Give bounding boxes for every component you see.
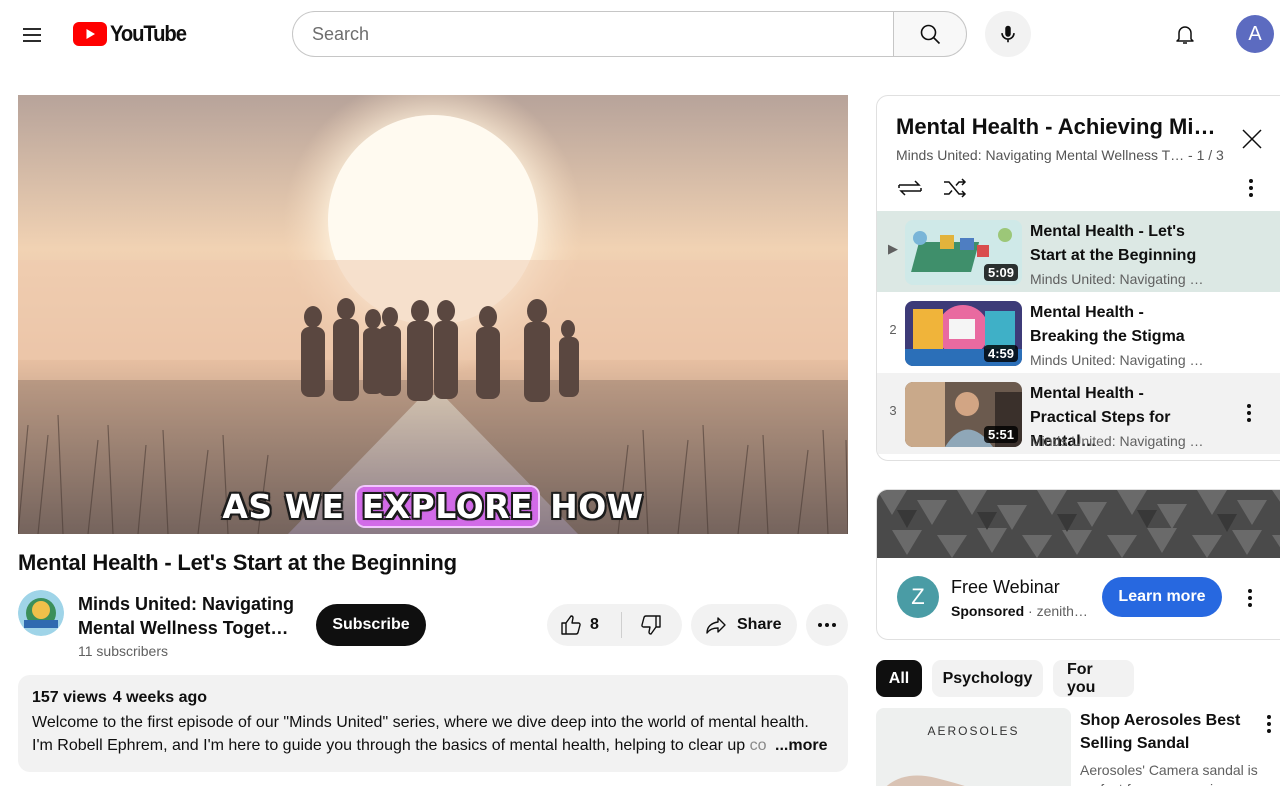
video-duration: 5:51 xyxy=(983,426,1018,443)
search-input[interactable] xyxy=(312,23,894,45)
now-playing-indicator: ▶ xyxy=(888,241,898,256)
search-button[interactable] xyxy=(893,11,967,57)
suggestion-description: Aerosoles' Camera sandal is perfect for … xyxy=(1080,762,1258,786)
description-text: I'm Robell Ephrem, and I'm here to guide… xyxy=(32,737,750,754)
dislike-button[interactable] xyxy=(622,604,680,646)
playlist-item-channel: Minds United: Navigating … xyxy=(1030,433,1204,449)
description-line: I'm Robell Ephrem, and I'm here to guide… xyxy=(32,734,832,757)
more-vertical-icon xyxy=(1249,179,1253,197)
channel-avatar[interactable] xyxy=(18,590,64,636)
chip-all[interactable]: All xyxy=(876,660,922,697)
share-label: Share xyxy=(737,616,782,633)
notifications-button[interactable] xyxy=(1163,12,1207,56)
ad-menu-button[interactable] xyxy=(1240,586,1260,610)
playlist-item-channel: Minds United: Navigating … xyxy=(1030,271,1204,287)
youtube-play-icon xyxy=(73,22,107,46)
more-vertical-icon xyxy=(1248,589,1252,607)
suggestion-brand: AEROSOLES xyxy=(927,724,1020,738)
playlist-title[interactable]: Mental Health - Achieving Mi… xyxy=(896,114,1216,140)
more-vertical-icon xyxy=(1267,715,1271,733)
video-title: Mental Health - Let's Start at the Begin… xyxy=(18,550,457,575)
video-duration: 5:09 xyxy=(983,264,1018,281)
playlist-item-index: 3 xyxy=(889,403,897,418)
playlist-item-title: Mental Health - Breaking the Stigma xyxy=(1030,304,1185,345)
like-count: 8 xyxy=(590,616,599,633)
search-icon xyxy=(920,24,941,45)
voice-search-button[interactable] xyxy=(985,11,1031,57)
shuffle-icon xyxy=(944,178,967,198)
description-fade: co xyxy=(749,737,767,754)
caption-text: HOW xyxy=(538,487,644,526)
share-icon xyxy=(706,617,726,634)
logo-text: YouTube xyxy=(110,21,187,46)
subscriber-count: 11 subscribers xyxy=(78,643,169,659)
learn-more-button[interactable]: Learn more xyxy=(1102,577,1222,617)
playlist-item[interactable]: ▶ 5:09 Mental Health - Let's Start at th… xyxy=(877,211,1280,292)
like-button[interactable]: 8 xyxy=(547,604,621,646)
shuffle-button[interactable] xyxy=(941,174,969,202)
video-player[interactable]: AS WE EXPLORE HOW xyxy=(18,95,848,534)
caption-highlight: EXPLORE xyxy=(356,487,539,526)
microphone-icon xyxy=(1001,25,1015,43)
playlist-item-channel: Minds United: Navigating … xyxy=(1030,352,1204,368)
loop-icon xyxy=(898,180,922,196)
thumbs-up-icon xyxy=(561,615,581,635)
ad-title[interactable]: Free Webinar xyxy=(951,577,1060,598)
share-button[interactable]: Share xyxy=(691,604,797,646)
playlist-item[interactable]: 2 4:59 Mental Health - Breaking the Stig… xyxy=(877,292,1280,373)
suggestion-title[interactable]: Shop Aerosoles Best Selling Sandal xyxy=(1080,709,1260,755)
playlist-item-index: 2 xyxy=(889,322,897,337)
upload-age: 4 weeks ago xyxy=(112,689,208,706)
chip-psychology[interactable]: Psychology xyxy=(932,660,1043,697)
more-actions-button[interactable] xyxy=(806,604,848,646)
close-icon xyxy=(1242,129,1262,149)
playlist-item-title: Mental Health - Let's Start at the Begin… xyxy=(1030,223,1197,264)
top-bar: YouTube A xyxy=(0,0,1280,68)
ad-meta: Sponsored · zenith… xyxy=(951,603,1088,619)
video-frame xyxy=(18,95,848,534)
more-horizontal-icon xyxy=(818,623,836,627)
subscribe-button[interactable]: Subscribe xyxy=(316,604,426,646)
thumbs-down-icon xyxy=(641,615,661,635)
caption-text: AS WE xyxy=(222,487,357,526)
description-box[interactable]: 157 views 4 weeks ago Welcome to the firs… xyxy=(18,675,848,772)
channel-name[interactable]: Minds United: Navigating Mental Wellness… xyxy=(78,592,300,640)
loop-button[interactable] xyxy=(896,174,924,202)
like-dislike-group: 8 xyxy=(547,604,682,646)
youtube-logo[interactable]: YouTube xyxy=(73,21,192,47)
suggestion-menu-button[interactable] xyxy=(1259,712,1279,736)
close-playlist-button[interactable] xyxy=(1237,124,1267,154)
account-avatar[interactable]: A xyxy=(1236,15,1274,53)
more-vertical-icon xyxy=(1247,404,1251,422)
search-box[interactable] xyxy=(292,11,894,57)
bell-icon xyxy=(1176,26,1194,44)
more-link[interactable]: ...more xyxy=(775,737,827,754)
ad-banner-image xyxy=(877,490,1280,558)
advertiser-name: · zenith… xyxy=(1024,603,1088,619)
playlist-subtitle: Minds United: Navigating Mental Wellness… xyxy=(896,147,1224,163)
chip-for-you[interactable]: For you xyxy=(1053,660,1134,697)
playlist-menu-button[interactable] xyxy=(1239,176,1263,200)
playlist-item-menu-button[interactable] xyxy=(1239,401,1259,425)
playlist-panel: Mental Health - Achieving Mi… Minds Unit… xyxy=(876,95,1280,461)
description-line: Welcome to the first episode of our "Min… xyxy=(32,714,809,731)
playlist-item[interactable]: 3 5:51 Mental Health - Practical Steps f… xyxy=(877,373,1280,454)
video-thumbnail: 5:51 xyxy=(905,382,1022,447)
suggestion-thumbnail[interactable]: AEROSOLES xyxy=(876,708,1071,786)
video-caption: AS WE EXPLORE HOW xyxy=(18,487,848,526)
view-meta: 157 views 4 weeks ago xyxy=(32,689,834,707)
sponsored-ad[interactable]: Z Free Webinar Sponsored · zenith… Learn… xyxy=(876,489,1280,640)
video-thumbnail: 5:09 xyxy=(905,220,1022,285)
view-count: 157 views xyxy=(32,689,107,706)
video-thumbnail: 4:59 xyxy=(905,301,1022,366)
sponsored-label: Sponsored xyxy=(951,603,1025,619)
advertiser-logo[interactable]: Z xyxy=(897,576,939,618)
menu-icon[interactable] xyxy=(14,17,50,53)
video-duration: 4:59 xyxy=(983,345,1018,362)
